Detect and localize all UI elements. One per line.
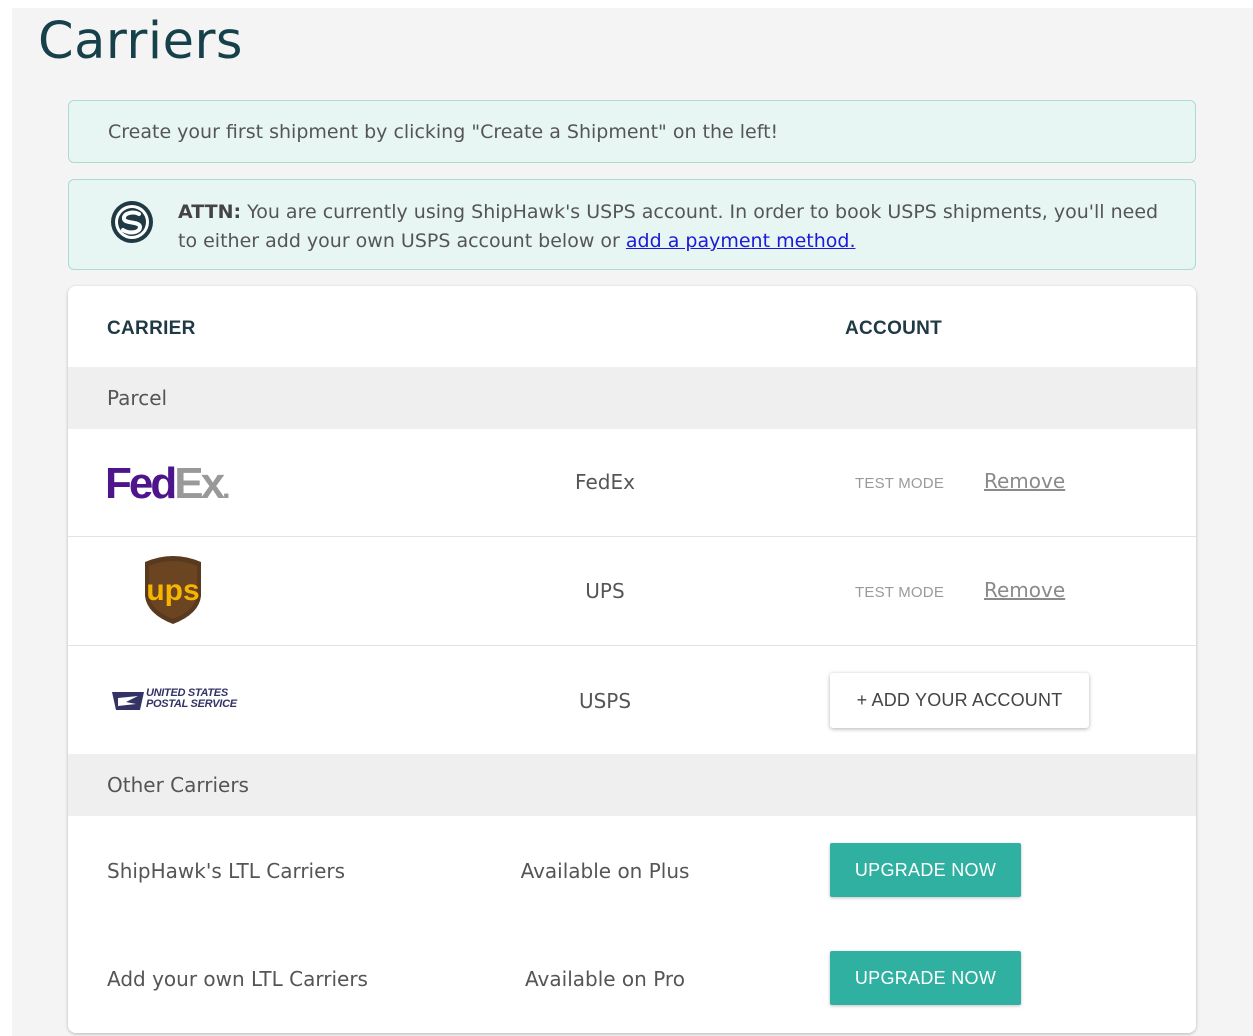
- carrier-name: FedEx: [575, 470, 635, 494]
- usps-attn-notice: ATTN: You are currently using ShipHawk's…: [68, 179, 1196, 270]
- carrier-row-ups: ups UPS TEST MODE Remove: [68, 537, 1196, 646]
- upgrade-now-button[interactable]: UPGRADE NOW: [830, 843, 1021, 897]
- carrier-column-header: CARRIER: [107, 318, 196, 339]
- carrier-row-shiphawk-ltl: ShipHawk's LTL Carriers Available on Plu…: [68, 816, 1196, 924]
- section-header-other-carriers: Other Carriers: [68, 754, 1196, 816]
- page-title: Carriers: [38, 12, 243, 71]
- section-label: Parcel: [107, 386, 168, 410]
- carrier-row-usps: UNITED STATES POSTAL SERVICE USPS + ADD …: [68, 646, 1196, 754]
- account-column-header: ACCOUNT: [845, 318, 943, 339]
- first-shipment-text: Create your first shipment by clicking "…: [108, 121, 779, 143]
- attn-label: ATTN:: [178, 201, 242, 223]
- shiphawk-logo-icon: [111, 201, 153, 243]
- add-payment-method-link[interactable]: add a payment method.: [626, 230, 856, 252]
- carriers-table: CARRIER ACCOUNT Parcel FedEx. FedEx TEST…: [68, 286, 1196, 1033]
- test-mode-badge: TEST MODE: [855, 584, 945, 601]
- attn-message: ATTN: You are currently using ShipHawk's…: [178, 198, 1178, 256]
- carrier-row-fedex: FedEx. FedEx TEST MODE Remove: [68, 429, 1196, 537]
- add-your-account-button[interactable]: + ADD YOUR ACCOUNT: [830, 673, 1089, 728]
- test-mode-badge: TEST MODE: [855, 475, 945, 492]
- remove-ups-link[interactable]: Remove: [984, 578, 1065, 602]
- section-header-parcel: Parcel: [68, 367, 1196, 429]
- carrier-row-own-ltl: Add your own LTL Carriers Available on P…: [68, 924, 1196, 1033]
- first-shipment-notice: Create your first shipment by clicking "…: [68, 100, 1196, 163]
- carrier-name: UPS: [585, 579, 625, 603]
- section-label: Other Carriers: [107, 773, 249, 797]
- upgrade-now-button[interactable]: UPGRADE NOW: [830, 951, 1021, 1005]
- table-header: CARRIER ACCOUNT: [68, 286, 1196, 367]
- remove-fedex-link[interactable]: Remove: [984, 469, 1065, 493]
